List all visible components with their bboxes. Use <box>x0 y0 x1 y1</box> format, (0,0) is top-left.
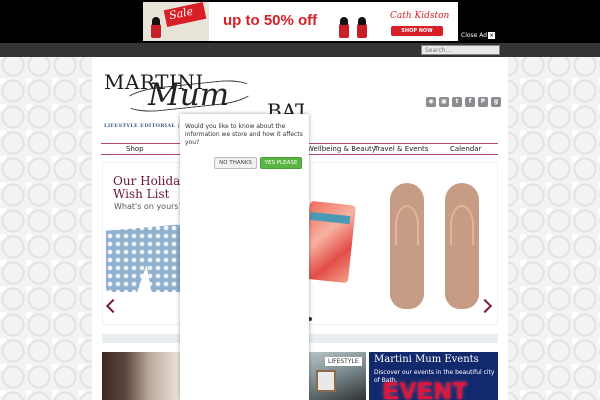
google-plus-icon[interactable]: g <box>491 97 501 107</box>
sandal-left-image <box>390 183 424 309</box>
ad-headline: up to 50% off <box>223 12 318 29</box>
rss-icon[interactable]: ◉ <box>426 97 436 107</box>
ad-banner[interactable]: Sale up to 50% off Cath Kidston SHOP NOW <box>143 2 458 41</box>
nav-item-travel-events[interactable]: Travel & Events <box>374 145 428 153</box>
sandal-right-strap <box>450 205 474 245</box>
site-tagline: LIFESTYLE EDITORIAL | EVENTS <box>104 123 180 129</box>
close-ad-link[interactable]: Close Ad × <box>461 32 496 39</box>
close-ad-label: Close Ad <box>461 32 488 39</box>
pinterest-icon[interactable]: P <box>478 97 488 107</box>
sandal-left-strap <box>395 205 419 245</box>
logo-mum: Mum <box>148 77 230 113</box>
yes-please-button[interactable]: YES PLEASE <box>260 157 302 169</box>
slide-title[interactable]: Our Holiday Wish List <box>113 175 187 201</box>
ad-shop-now-button[interactable]: SHOP NOW <box>391 26 443 36</box>
slide-subtitle: What's on yours? <box>114 202 183 211</box>
nav-item-calendar[interactable]: Calendar <box>450 145 481 153</box>
lifestyle-window-image <box>316 370 336 392</box>
slide-title-line2: Wish List <box>113 187 170 201</box>
twitter-icon[interactable]: t <box>452 97 462 107</box>
cookie-consent-message: Would you like to know about the informa… <box>185 123 303 146</box>
events-title[interactable]: Martini Mum Events <box>374 354 479 365</box>
ad-brand: Cath Kidston <box>390 11 450 21</box>
instagram-icon[interactable]: ▣ <box>439 97 449 107</box>
guard-figure-icon <box>339 17 349 38</box>
nav-item-shop[interactable]: Shop <box>126 145 144 153</box>
search-input[interactable] <box>421 45 500 55</box>
facebook-icon[interactable]: f <box>465 97 475 107</box>
lifestyle-badge: LIFESTYLE <box>325 357 362 366</box>
site-logo[interactable]: MARTINI Mum BATH <box>104 70 304 120</box>
guard-figure-icon <box>357 17 367 38</box>
close-icon[interactable]: × <box>488 32 496 39</box>
social-icons: ◉ ▣ t f P g <box>426 97 501 107</box>
no-thanks-button[interactable]: NO THANKS <box>214 157 257 169</box>
sandal-right-image <box>445 183 479 309</box>
article-thumbnail[interactable] <box>102 352 180 400</box>
events-description: Discover our events in the beautiful cit… <box>374 369 495 384</box>
top-search-strip <box>0 43 600 57</box>
guard-figure-icon <box>151 17 161 38</box>
nav-item-wellbeing-beauty[interactable]: Wellbeing & Beauty <box>307 145 376 153</box>
